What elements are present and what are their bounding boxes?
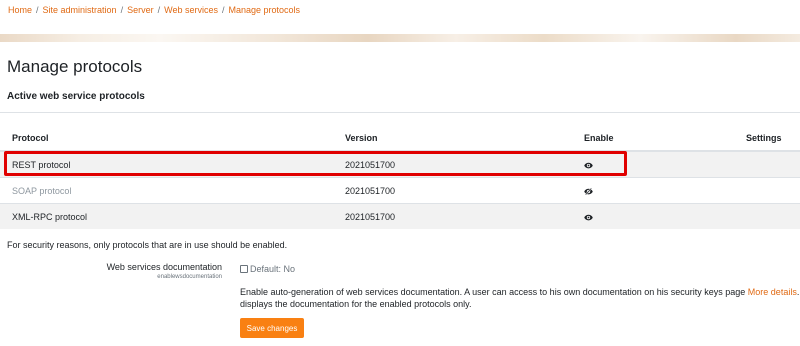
eye-icon[interactable] — [584, 214, 593, 221]
documentation-checkbox[interactable] — [240, 265, 248, 273]
protocol-name: XML-RPC protocol — [0, 203, 333, 229]
settings-cell — [734, 150, 800, 178]
enable-cell — [572, 177, 734, 204]
eye-icon[interactable] — [584, 162, 593, 169]
security-note: For security reasons, only protocols tha… — [7, 240, 288, 250]
column-header-enable: Enable — [572, 126, 734, 152]
breadcrumb-separator: / — [36, 5, 39, 15]
table-row: REST protocol 2021051700 — [0, 150, 800, 178]
settings-cell — [734, 203, 800, 229]
column-header-protocol: Protocol — [0, 126, 333, 152]
table-row: XML-RPC protocol 2021051700 — [0, 203, 800, 229]
table-header-row: Protocol Version Enable Settings — [0, 126, 800, 152]
column-header-settings: Settings — [734, 126, 800, 152]
divider — [0, 112, 800, 113]
section-title: Active web service protocols — [7, 91, 145, 102]
breadcrumb-item-web-services[interactable]: Web services — [164, 5, 218, 15]
setting-description: Enable auto-generation of web services d… — [240, 286, 800, 310]
checkbox-label: Default: No — [250, 264, 296, 274]
more-details-link[interactable]: More details — [748, 287, 797, 297]
enable-cell — [572, 203, 734, 229]
header-banner — [0, 34, 800, 42]
table-row: SOAP protocol 2021051700 — [0, 177, 800, 204]
settings-cell — [734, 177, 800, 204]
breadcrumb-separator: / — [157, 5, 161, 15]
protocol-name: REST protocol — [0, 150, 333, 178]
eye-slash-icon[interactable] — [584, 187, 593, 195]
setting-label: Web services documentation — [106, 262, 222, 272]
column-header-version: Version — [333, 126, 572, 152]
protocol-version: 2021051700 — [333, 177, 572, 204]
protocol-version: 2021051700 — [333, 150, 572, 178]
protocols-table: Protocol Version Enable Settings REST pr… — [0, 126, 800, 229]
enable-cell — [572, 150, 734, 178]
breadcrumb: Home / Site administration / Server / Web serv… — [8, 5, 300, 15]
protocol-version: 2021051700 — [333, 203, 572, 229]
breadcrumb-item-site-administration[interactable]: Site administration — [43, 5, 117, 15]
description-text: Enable auto-generation of web services d… — [240, 287, 748, 297]
save-changes-button[interactable]: Save changes — [240, 318, 304, 338]
setting-key: enablewsdocumentation — [157, 274, 222, 280]
breadcrumb-separator: / — [221, 5, 225, 15]
documentation-checkbox-row[interactable]: Default: No — [240, 264, 295, 274]
breadcrumb-separator: / — [120, 5, 124, 15]
breadcrumb-item-server[interactable]: Server — [127, 5, 154, 15]
breadcrumb-item-home[interactable]: Home — [8, 5, 32, 15]
breadcrumb-item-manage-protocols[interactable]: Manage protocols — [229, 5, 301, 15]
protocol-name: SOAP protocol — [0, 177, 333, 204]
page-title: Manage protocols — [7, 57, 143, 76]
